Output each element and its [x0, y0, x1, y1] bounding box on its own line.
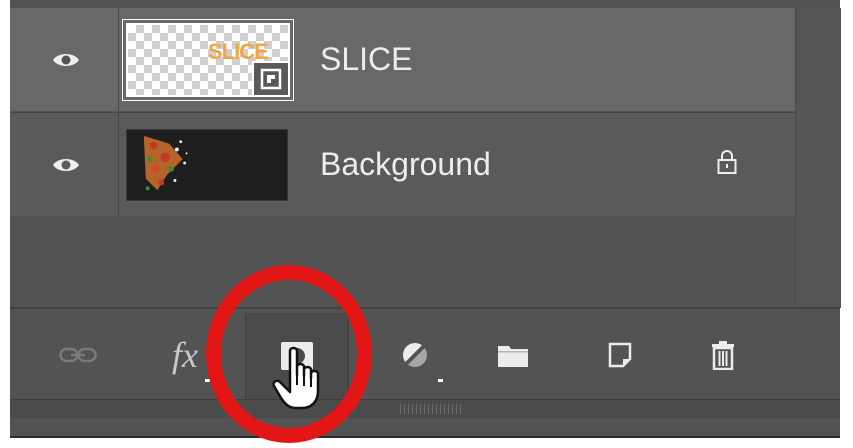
layers-panel: SLICE SLICE Background fx	[10, 0, 841, 438]
new-group-button[interactable]	[485, 309, 541, 401]
new-adjustment-layer-button[interactable]	[380, 309, 450, 401]
add-layer-style-button[interactable]: fx	[155, 309, 215, 401]
dropdown-indicator	[438, 379, 443, 382]
trash-icon	[712, 341, 734, 370]
eye-icon[interactable]	[52, 51, 80, 69]
lock-icon[interactable]	[717, 149, 737, 175]
fx-icon: fx	[172, 335, 198, 375]
horizontal-scrollbar[interactable]	[10, 399, 840, 418]
visibility-toggle-background[interactable]	[10, 113, 119, 216]
layers-scroll-rail[interactable]	[795, 8, 841, 308]
visibility-toggle-slice[interactable]	[10, 8, 119, 111]
layer-name-slice[interactable]: SLICE	[320, 8, 412, 111]
link-layers-button[interactable]	[50, 309, 106, 401]
hand-cursor-icon	[272, 346, 320, 410]
link-icon	[59, 347, 97, 363]
dropdown-indicator	[205, 379, 210, 382]
eye-icon[interactable]	[52, 156, 80, 174]
pizza-slice-image	[128, 130, 284, 198]
smart-object-icon	[252, 61, 290, 97]
adjustment-layer-icon	[403, 343, 428, 368]
new-layer-icon	[608, 342, 632, 368]
layers-toolbar: fx	[10, 307, 840, 401]
new-layer-button[interactable]	[595, 309, 645, 401]
layer-thumbnail-background[interactable]	[126, 129, 288, 201]
delete-layer-button[interactable]	[698, 309, 748, 401]
folder-icon	[498, 346, 528, 367]
scrollbar-grip[interactable]	[400, 404, 464, 414]
layer-row-slice[interactable]: SLICE SLICE	[10, 8, 795, 111]
layer-thumbnail-slice[interactable]: SLICE	[126, 23, 290, 97]
layer-name-background[interactable]: Background	[320, 113, 491, 216]
layer-row-background[interactable]: Background	[10, 112, 795, 216]
screenshot-frame: SLICE SLICE Background fx	[0, 0, 853, 448]
